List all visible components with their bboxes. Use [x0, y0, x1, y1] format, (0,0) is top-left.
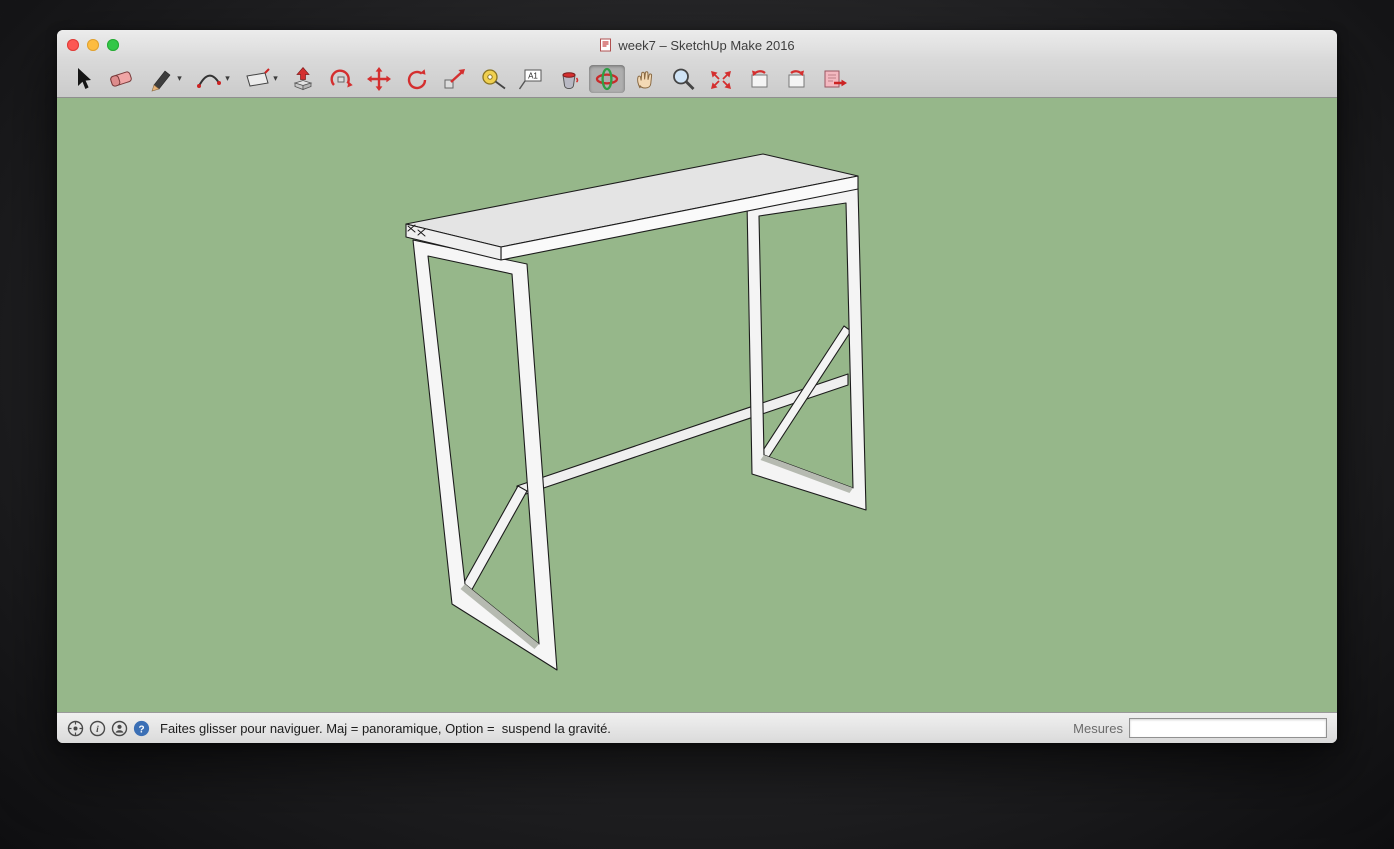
share-model-icon: [824, 70, 847, 87]
previous-view-tool[interactable]: [741, 65, 777, 93]
model-left-brace: [460, 485, 528, 594]
statusbar: i ? Faites glisser pour naviguer. Maj = …: [57, 712, 1337, 743]
offset-tool[interactable]: [323, 65, 359, 93]
minimize-button[interactable]: [87, 39, 99, 51]
pushpull-tool[interactable]: [285, 65, 321, 93]
zoom-extents-tool[interactable]: [703, 65, 739, 93]
zoom-window-button[interactable]: [107, 39, 119, 51]
svg-text:i: i: [96, 725, 99, 735]
pan-hand-icon: [637, 70, 653, 89]
measures-label: Mesures: [1073, 720, 1123, 736]
close-button[interactable]: [67, 39, 79, 51]
paint-bucket-icon: [562, 71, 579, 89]
scale-tool[interactable]: [437, 65, 473, 93]
tape-measure-icon: [482, 68, 506, 89]
titlebar[interactable]: week7 – SketchUp Make 2016: [57, 30, 1337, 60]
rectangle-icon: [246, 67, 270, 87]
cursor-arrow-icon: [78, 67, 91, 89]
viewport[interactable]: [57, 98, 1337, 712]
window-title: week7 – SketchUp Make 2016: [618, 37, 795, 53]
eraser-icon: [110, 70, 132, 87]
next-view-icon: [788, 69, 805, 87]
traffic-lights: [67, 30, 119, 60]
magnifier-icon: [673, 68, 695, 90]
arc-icon: [197, 74, 222, 88]
svg-text:A1: A1: [528, 71, 538, 80]
model-right-brace: [759, 325, 852, 461]
eraser-tool[interactable]: [103, 65, 139, 93]
tape-measure-tool[interactable]: [475, 65, 511, 93]
text-label-icon: A1: [518, 69, 542, 89]
orbit-icon: [595, 67, 619, 90]
svg-text:?: ?: [138, 724, 144, 735]
document-icon: [599, 38, 612, 52]
info-icon[interactable]: i: [89, 720, 106, 737]
paint-bucket-tool[interactable]: [551, 65, 587, 93]
select-tool[interactable]: [65, 65, 101, 93]
arc-tool[interactable]: ▾: [189, 65, 235, 93]
model-right-leg: [746, 187, 867, 511]
toolbar: ▾ ▾ ▾ A1: [57, 60, 1337, 98]
previous-view-icon: [751, 69, 768, 87]
zoom-extents-arrows-icon: [711, 70, 731, 89]
line-dropdown-caret[interactable]: ▾: [177, 74, 182, 83]
geolocation-icon[interactable]: [67, 720, 84, 737]
text-tool[interactable]: A1: [513, 65, 549, 93]
user-icon[interactable]: [111, 720, 128, 737]
model-canvas[interactable]: [57, 98, 1337, 712]
pushpull-icon: [293, 66, 313, 90]
scale-arrow-icon: [444, 68, 465, 88]
status-hint: Faites glisser pour naviguer. Maj = pano…: [160, 720, 611, 736]
line-tool[interactable]: ▾: [141, 65, 187, 93]
move-arrows-icon: [367, 66, 391, 91]
next-view-tool[interactable]: [779, 65, 815, 93]
rotate-arrows-icon: [407, 68, 427, 89]
move-tool[interactable]: [361, 65, 397, 93]
offset-arrow-icon: [330, 69, 353, 87]
share-model-tool[interactable]: [817, 65, 853, 93]
measures-input[interactable]: [1129, 718, 1327, 738]
shape-dropdown-caret[interactable]: ▾: [273, 74, 278, 83]
zoom-tool[interactable]: [665, 65, 701, 93]
orbit-tool[interactable]: [589, 64, 625, 93]
pan-tool[interactable]: [627, 65, 663, 93]
sketchup-window: week7 – SketchUp Make 2016 ▾ ▾ ▾ A1 i ? …: [57, 30, 1337, 743]
shape-tool[interactable]: ▾: [237, 65, 283, 93]
rotate-tool[interactable]: [399, 65, 435, 93]
arc-dropdown-caret[interactable]: ▾: [225, 74, 230, 83]
help-icon[interactable]: ?: [133, 720, 150, 737]
pencil-icon: [151, 70, 171, 91]
